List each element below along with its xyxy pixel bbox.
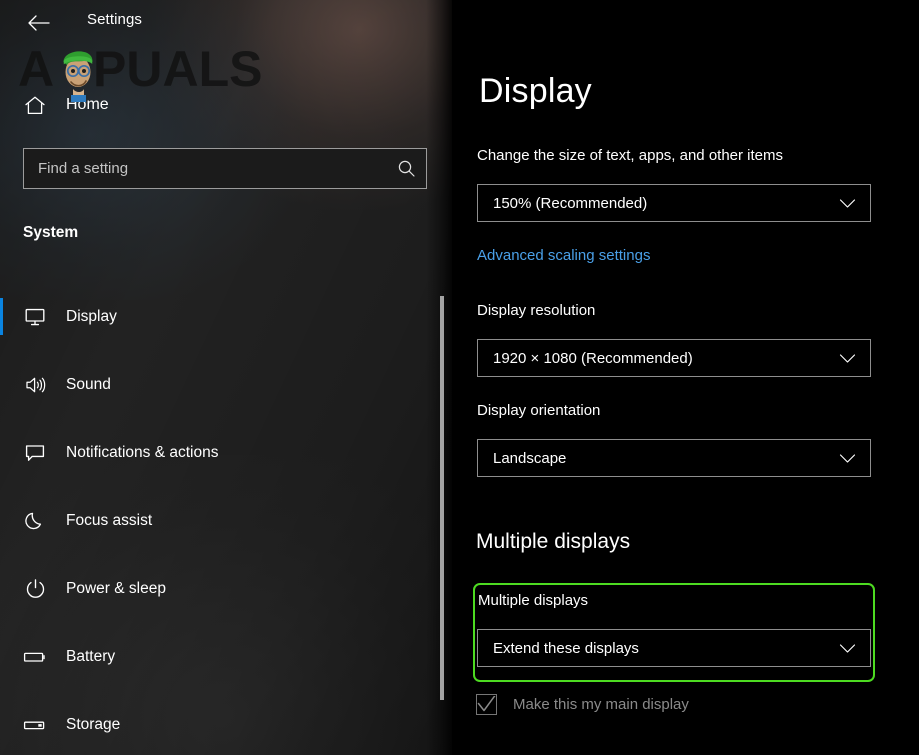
sidebar-item-notifications[interactable]: Notifications & actions [0, 430, 452, 475]
chevron-down-icon [834, 353, 860, 364]
power-icon [20, 578, 50, 599]
monitor-icon [20, 307, 50, 327]
selection-indicator [0, 638, 3, 675]
page-title: Display [479, 72, 592, 110]
selection-indicator [0, 298, 3, 335]
sidebar-scrollbar-thumb[interactable] [440, 296, 444, 700]
sidebar-item-focus-assist[interactable]: Focus assist [0, 498, 452, 543]
title-bar: Settings [0, 0, 452, 46]
sidebar-item-label: Sound [66, 375, 111, 393]
selection-indicator [0, 434, 3, 471]
sidebar-item-label: Power & sleep [66, 579, 166, 597]
orientation-value: Landscape [493, 449, 567, 467]
chevron-down-icon [834, 643, 860, 654]
chevron-down-icon [834, 453, 860, 464]
advanced-scaling-settings-link[interactable]: Advanced scaling settings [477, 247, 650, 264]
speaker-icon [20, 375, 50, 395]
back-arrow-icon [28, 15, 50, 31]
sidebar-item-label: Storage [66, 715, 121, 733]
storage-icon [20, 718, 50, 732]
home-icon [20, 95, 50, 116]
search-box[interactable] [23, 148, 427, 189]
resolution-label: Display resolution [477, 302, 596, 319]
sidebar-item-home[interactable]: Home [0, 86, 452, 124]
scale-label: Change the size of text, apps, and other… [477, 147, 784, 164]
main-display-checkbox-label: Make this my main display [513, 696, 689, 713]
sidebar-item-label: Display [66, 307, 117, 325]
main-display-checkbox[interactable] [476, 694, 497, 715]
selection-indicator [0, 366, 3, 403]
sidebar-group-title: System [23, 224, 79, 241]
display-settings-panel: Display Change the size of text, apps, a… [452, 0, 919, 755]
multiple-displays-label: Multiple displays [478, 592, 589, 609]
scale-dropdown[interactable]: 150% (Recommended) [477, 184, 871, 222]
main-display-checkbox-row[interactable]: Make this my main display [476, 694, 689, 715]
home-label: Home [66, 96, 109, 113]
sidebar-item-power-sleep[interactable]: Power & sleep [0, 566, 452, 611]
selection-indicator [0, 706, 3, 743]
sidebar-scrollbar[interactable] [440, 296, 444, 700]
selection-indicator [0, 570, 3, 607]
moon-icon [20, 511, 50, 531]
multiple-displays-section-title: Multiple displays [476, 530, 631, 553]
back-button[interactable] [22, 8, 56, 38]
selection-indicator [0, 502, 3, 539]
chevron-down-icon [834, 198, 860, 209]
sidebar-item-display[interactable]: Display [0, 294, 452, 339]
resolution-value: 1920 × 1080 (Recommended) [493, 349, 693, 367]
window-title: Settings [87, 11, 142, 28]
sidebar-item-label: Notifications & actions [66, 443, 219, 461]
orientation-dropdown[interactable]: Landscape [477, 439, 871, 477]
sidebar-item-battery[interactable]: Battery [0, 634, 452, 679]
multiple-displays-dropdown[interactable]: Extend these displays [477, 629, 871, 667]
settings-sidebar: Settings Home Find a setting System Disp… [0, 0, 452, 755]
multiple-displays-value: Extend these displays [493, 639, 639, 657]
search-icon[interactable] [386, 149, 426, 188]
battery-icon [20, 650, 50, 664]
sidebar-item-label: Battery [66, 647, 116, 665]
scale-value: 150% (Recommended) [493, 194, 648, 212]
chat-bubble-icon [20, 443, 50, 463]
checkmark-icon [477, 696, 496, 712]
settings-window: Settings Home Find a setting System Disp… [0, 0, 919, 755]
sidebar-item-storage[interactable]: Storage [0, 702, 452, 747]
sidebar-item-label: Focus assist [66, 511, 153, 529]
search-input[interactable] [24, 149, 386, 188]
orientation-label: Display orientation [477, 402, 601, 419]
sidebar-nav-list: Display Sound Notifications & actions Fo… [0, 294, 452, 755]
sidebar-item-sound[interactable]: Sound [0, 362, 452, 407]
resolution-dropdown[interactable]: 1920 × 1080 (Recommended) [477, 339, 871, 377]
